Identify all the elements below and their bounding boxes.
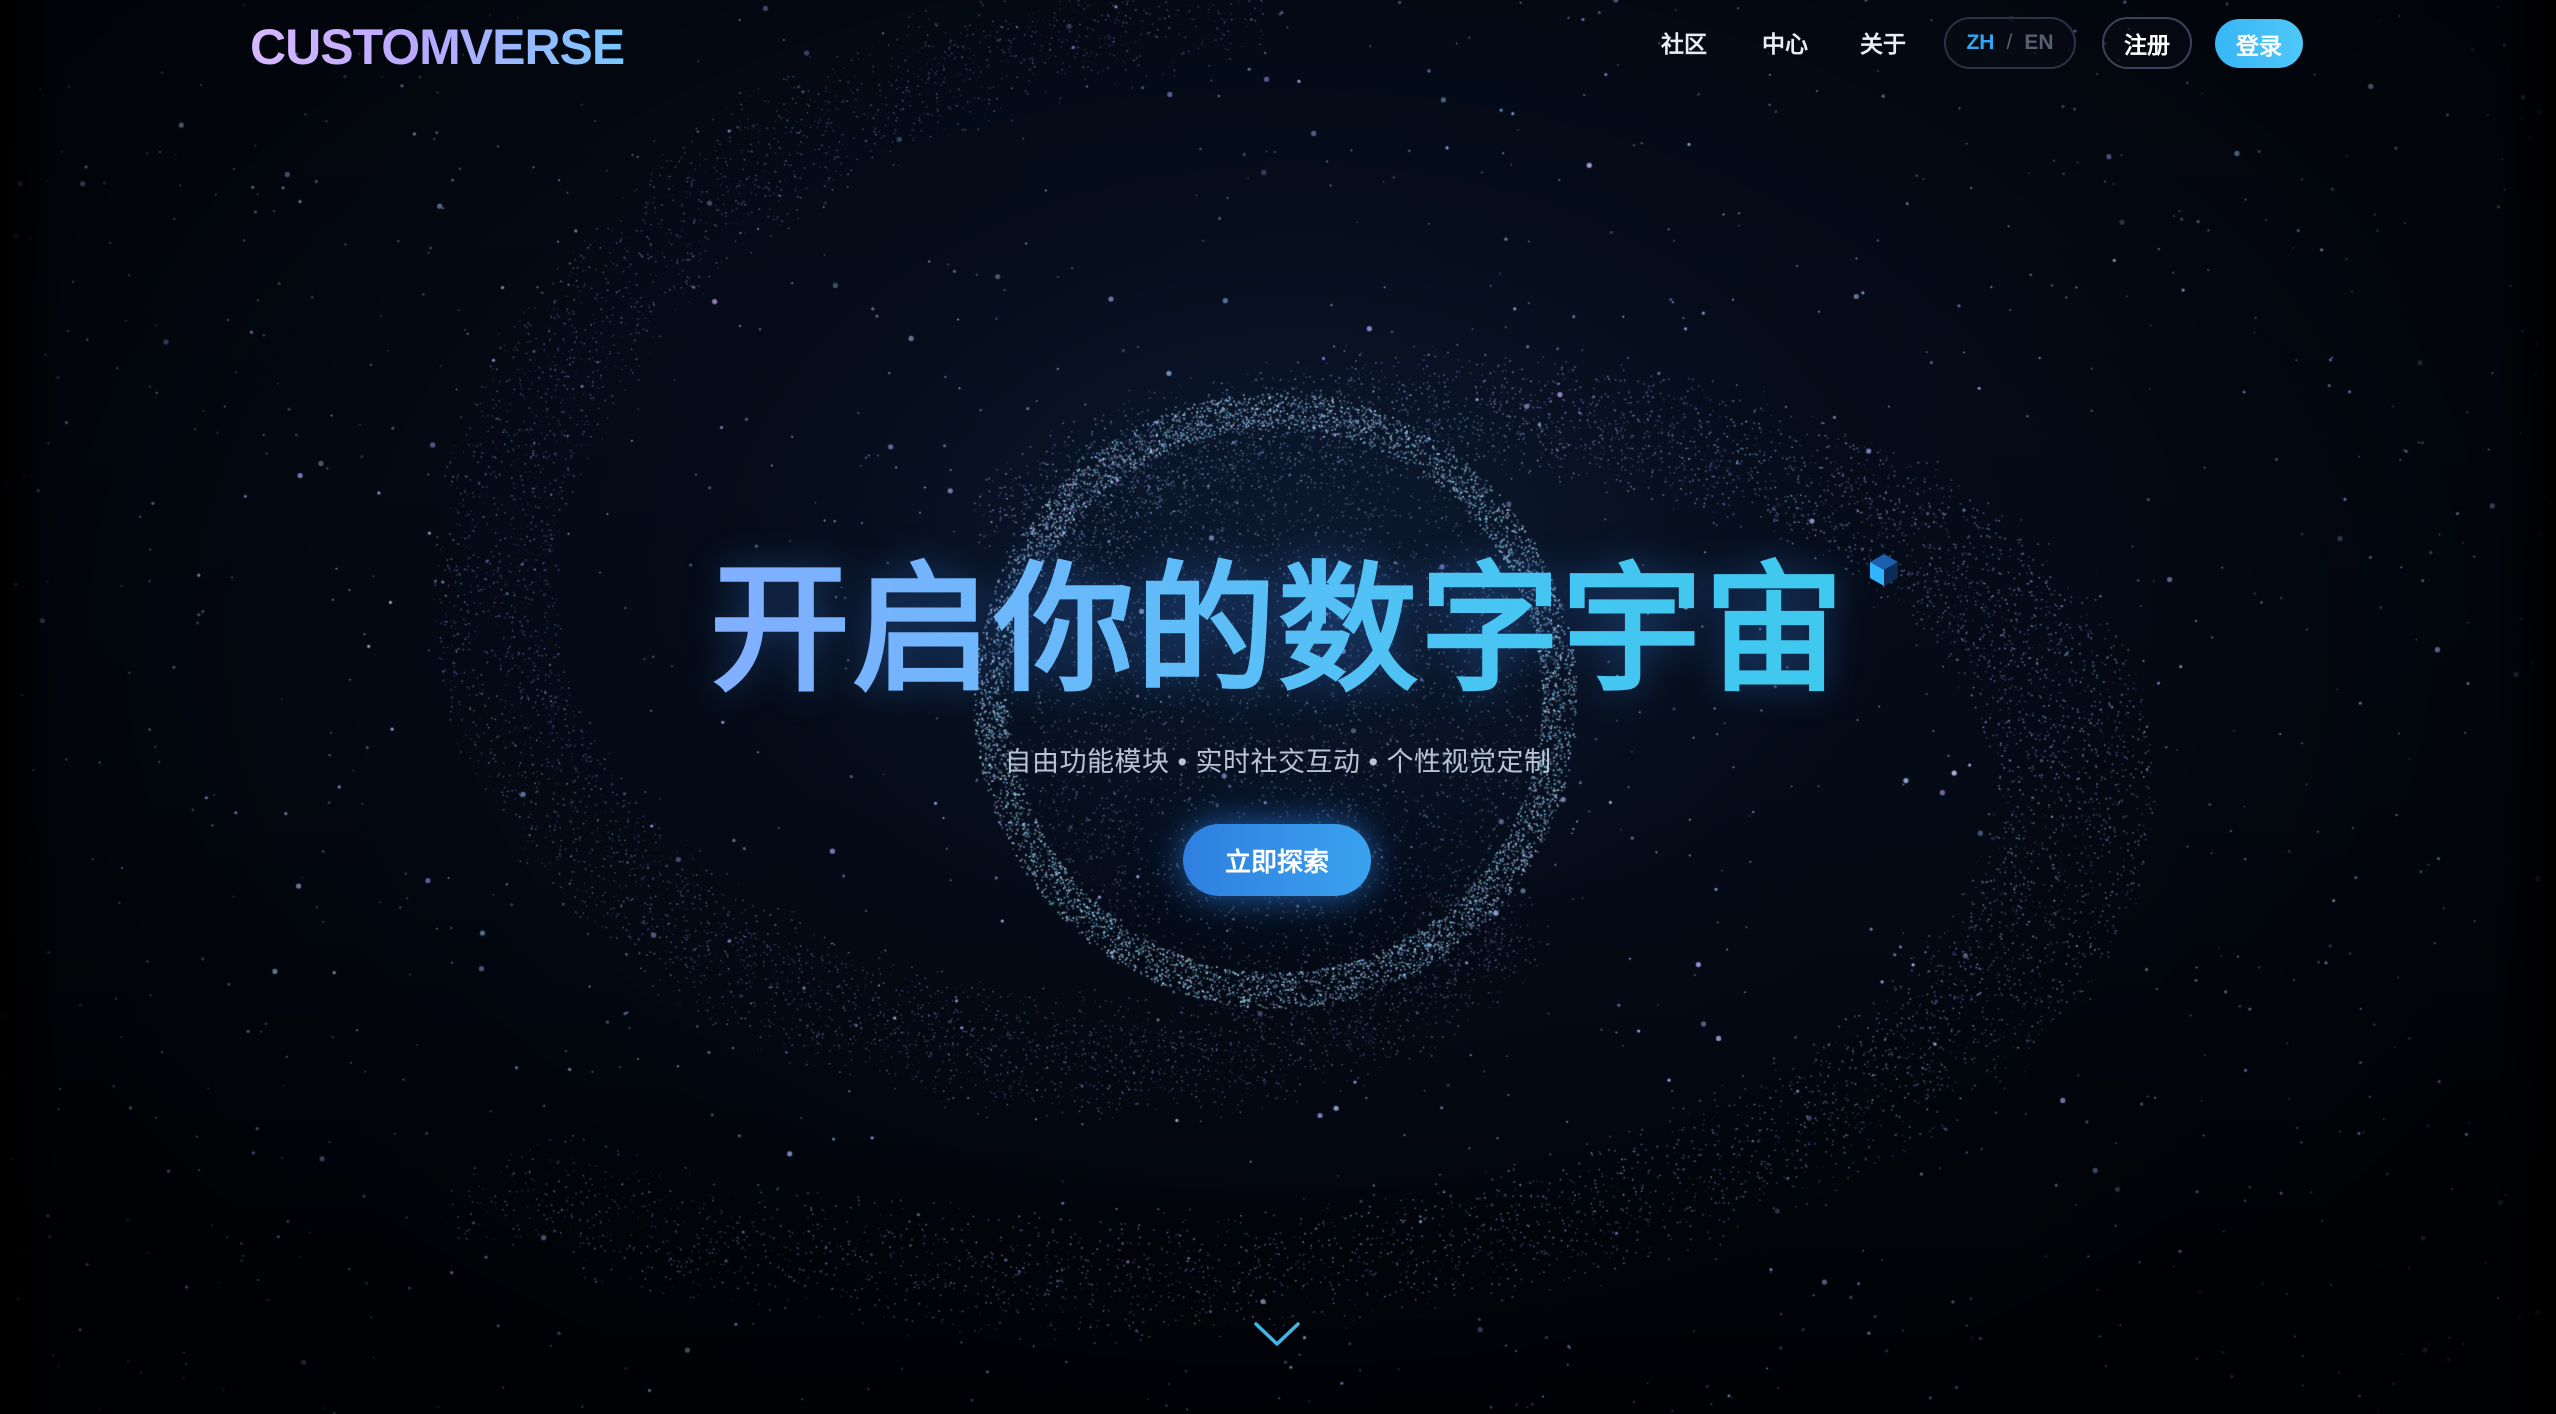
hero-stage: CUSTOMVERSE 社区 中心 关于 ZH / EN 注册 登录 开启你的数… [0, 0, 2556, 1414]
language-toggle[interactable]: ZH / EN [1944, 17, 2076, 69]
nav-item-about[interactable]: 关于 [1860, 16, 1906, 72]
hero-subtitle: 自由功能模块 • 实时社交互动 • 个性视觉定制 [1004, 747, 1552, 777]
chevron-down-icon[interactable] [1252, 1318, 1302, 1350]
language-option-en[interactable]: EN [2024, 31, 2053, 55]
login-button[interactable]: 登录 [2215, 19, 2303, 68]
explore-button[interactable]: 立即探索 [1183, 824, 1371, 896]
nav-item-community[interactable]: 社区 [1661, 16, 1707, 72]
cube-icon [1870, 554, 1898, 586]
hero-title: 开启你的数字宇宙 [0, 545, 2556, 715]
register-button[interactable]: 注册 [2102, 17, 2192, 69]
nav-item-center[interactable]: 中心 [1762, 16, 1808, 72]
language-option-zh[interactable]: ZH [1966, 31, 1994, 55]
language-separator: / [2006, 31, 2013, 54]
